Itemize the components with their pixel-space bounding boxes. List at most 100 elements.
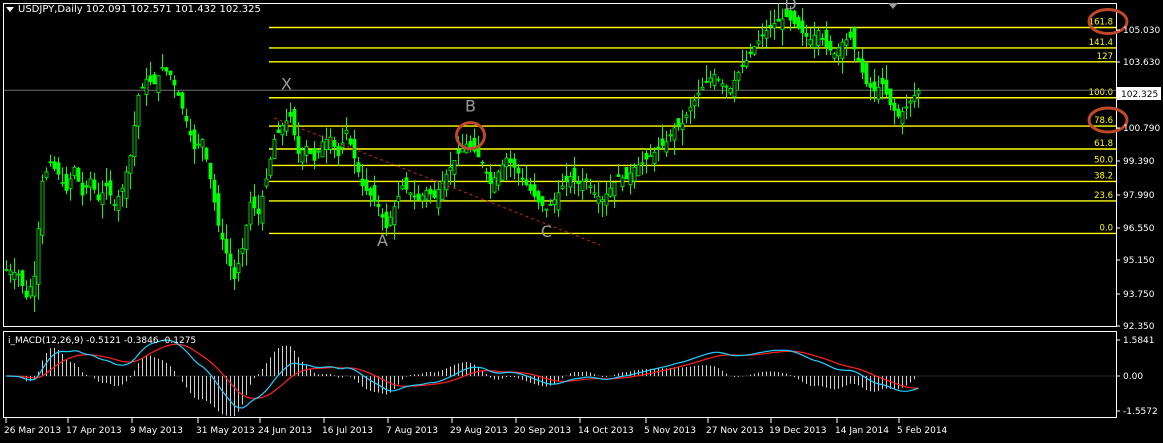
candle-body: [432, 190, 437, 198]
time-tick-label: 31 May 2013: [196, 426, 255, 436]
candle-body: [540, 196, 545, 206]
candle-body: [668, 134, 673, 137]
candle-body: [88, 178, 93, 188]
wave-label: X: [281, 75, 292, 94]
candle-body: [196, 143, 201, 146]
time-tick-label: 27 Nov 2013: [706, 426, 764, 436]
candle-body: [560, 185, 565, 190]
candle-body: [276, 129, 281, 133]
time-tick-label: 9 May 2013: [130, 426, 183, 436]
price-axis[interactable]: 105.030 103.630 102.325 100.790 99.390 97.990…: [1116, 26, 1161, 417]
candle-body: [204, 147, 209, 160]
candle-body: [128, 155, 133, 174]
candle-body: [632, 166, 637, 182]
candle-body: [756, 40, 761, 45]
fib-level-label: 38.2: [1094, 171, 1113, 181]
candle-body: [308, 149, 313, 154]
candle-body: [252, 196, 257, 209]
candle-body: [140, 86, 145, 89]
candle-body: [508, 158, 513, 164]
price-tick-label: 105.030: [1123, 26, 1160, 36]
macd-tick-label: 0.00: [1123, 372, 1143, 382]
candle-body: [820, 38, 825, 40]
candle-body: [876, 86, 881, 100]
candle-body: [108, 180, 113, 196]
candle-body: [552, 199, 557, 205]
time-axis[interactable]: 26 Mar 2013 17 Apr 2013 9 May 2013 31 May 2…: [4, 418, 948, 436]
candle-body: [368, 188, 373, 196]
dropdown-triangle-icon[interactable]: [6, 6, 14, 12]
candle-body: [32, 275, 37, 297]
candle-body: [248, 201, 253, 225]
candle-body: [20, 270, 25, 286]
candle-body: [892, 102, 897, 111]
chart-title[interactable]: USDJPY,Daily 102.091 102.571 101.432 102…: [6, 4, 261, 15]
candle-body: [148, 75, 153, 82]
time-tick-label: 5 Feb 2014: [897, 426, 948, 436]
candle-body: [736, 71, 741, 81]
candle-body: [12, 272, 17, 281]
time-tick-label: 29 Aug 2013: [450, 426, 508, 436]
mt4-chart-window[interactable]: 161.8 141.4 127 100.0 78.6 61.8 50.0 38.2 23.6 0.…: [0, 0, 1163, 439]
candle-body: [872, 81, 877, 92]
candle-body: [544, 208, 549, 211]
candle-body: [916, 90, 921, 95]
candle-body: [152, 74, 157, 85]
candle-body: [608, 187, 613, 197]
candle-body: [720, 83, 725, 87]
candle-body: [304, 146, 309, 156]
wave-label: C: [541, 222, 552, 241]
candle-body: [92, 179, 97, 190]
candle-body: [316, 150, 321, 153]
fib-level-label: 100.0: [1089, 88, 1113, 98]
candle-body: [348, 138, 353, 145]
fib-level-label: 127: [1097, 52, 1113, 62]
candle-body: [712, 74, 717, 86]
candle-body: [860, 58, 865, 73]
fibonacci-expansion[interactable]: 161.8 141.4 127 100.0 78.6 61.8 50.0 38.2 23.6 0.…: [4, 7, 1129, 235]
candle-body: [532, 184, 537, 197]
candle-body: [396, 195, 401, 202]
candle-body: [564, 175, 569, 182]
candle-body: [644, 152, 649, 160]
candle-body: [796, 16, 801, 29]
candle-body: [900, 111, 905, 125]
candle-body: [612, 181, 617, 197]
candle-body: [364, 179, 369, 191]
candle-body: [404, 177, 409, 190]
candle-body: [628, 172, 633, 186]
candle-body: [388, 216, 393, 226]
candle-body: [164, 67, 169, 72]
candle-body: [336, 146, 341, 157]
candle-body: [584, 178, 589, 181]
candle-body: [420, 194, 425, 201]
candle-body: [512, 158, 517, 168]
shift-marker-icon[interactable]: [888, 3, 898, 9]
candle-body: [160, 67, 165, 70]
candle-body: [124, 171, 129, 199]
candle-body: [260, 195, 265, 224]
price-chart[interactable]: 161.8 141.4 127 100.0 78.6 61.8 50.0 38.2 23.6 0.…: [0, 0, 1163, 439]
price-tick-label: 95.150: [1123, 256, 1155, 266]
candle-body: [480, 161, 485, 164]
candle-body: [652, 151, 657, 164]
candle-body: [744, 60, 749, 67]
candle-body: [192, 129, 197, 150]
candle-body: [268, 158, 273, 176]
time-tick-label: 14 Oct 2013: [578, 426, 634, 436]
candle-body: [4, 268, 9, 271]
fib-level-label: 50.0: [1094, 155, 1113, 165]
candle-body: [848, 31, 853, 38]
candle-body: [716, 78, 721, 81]
candle-body: [356, 162, 361, 173]
candle-body: [332, 140, 337, 147]
candle-body: [656, 146, 661, 150]
candle-body: [496, 171, 501, 186]
candle-body: [212, 179, 217, 203]
annotations[interactable]: X B A C D: [273, 0, 797, 250]
candle-body: [828, 40, 833, 51]
fib-level-label: 61.8: [1094, 139, 1113, 149]
time-tick-label: 26 Mar 2013: [4, 426, 61, 436]
candle-body: [280, 125, 285, 136]
candle-body: [484, 171, 489, 174]
